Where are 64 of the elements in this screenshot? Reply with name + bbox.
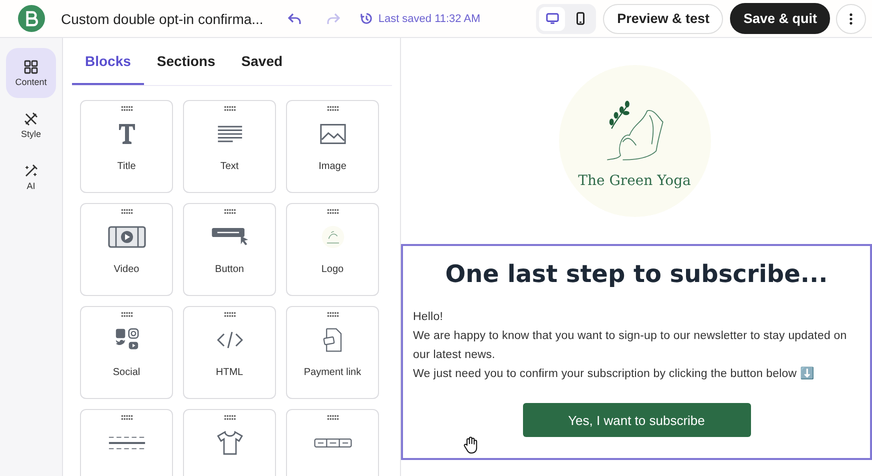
monitor-icon	[546, 12, 559, 25]
drag-handle-icon[interactable]	[224, 415, 236, 420]
logo-thumbnail-icon	[320, 225, 346, 249]
drag-handle-icon[interactable]	[326, 106, 338, 111]
undo-icon[interactable]	[288, 12, 302, 24]
video-film-icon	[108, 226, 146, 248]
email-paragraph: We are happy to know that you want to sign-up to our newsletter to stay updated on our latest news.	[413, 329, 848, 363]
email-paragraph: We just need you to confirm your subscription by clicking the button below ⬇	[413, 366, 816, 382]
logo-wordmark: The Green Yoga	[578, 173, 691, 189]
last-saved-status: Last saved 11:32 AM	[378, 12, 480, 24]
block-label: Title	[117, 161, 136, 172]
magic-wand-icon	[24, 164, 38, 178]
selected-email-section[interactable]	[401, 244, 872, 460]
ai-rail-item[interactable]: AI	[6, 152, 56, 202]
drag-handle-icon[interactable]	[224, 209, 236, 214]
drag-handle-icon[interactable]	[326, 312, 338, 317]
html-block-card[interactable]: HTML	[183, 306, 276, 399]
more-vertical-icon	[849, 12, 853, 24]
subscribe-button[interactable]: Yes, I want to subscribe	[522, 403, 750, 437]
image-block-card[interactable]: Image	[286, 100, 379, 193]
preview-button[interactable]: Preview & test	[603, 4, 724, 34]
payment-block-card[interactable]: Payment link	[286, 306, 379, 399]
panel-tab[interactable]: Blocks	[72, 38, 144, 85]
email-heading: One last step to subscribe...	[444, 260, 829, 288]
block-label: Text	[220, 161, 239, 172]
title-block-card[interactable]: Title	[80, 100, 173, 193]
phone-icon	[574, 12, 587, 25]
email-paragraph: Hello!	[413, 310, 444, 325]
style-rail-item[interactable]: Style	[6, 100, 56, 150]
panel-tab[interactable]: Saved	[228, 38, 296, 85]
block-label: Image	[318, 161, 346, 172]
content-rail-item[interactable]: Content	[6, 48, 56, 98]
video-block-card[interactable]: Video	[80, 203, 173, 296]
block-label: Social	[112, 367, 140, 378]
drag-handle-icon[interactable]	[326, 209, 338, 214]
drag-handle-icon[interactable]	[224, 106, 236, 111]
campaign-title[interactable]: Custom double opt-in confirma...	[61, 10, 264, 26]
t-shirt-icon	[216, 431, 242, 455]
history-icon	[360, 12, 374, 25]
grid-icon	[24, 60, 38, 74]
button-block-card[interactable]: Button	[183, 203, 276, 296]
block-label: HTML	[216, 367, 244, 378]
drag-handle-icon[interactable]	[120, 415, 132, 420]
social-block-card[interactable]: Social	[80, 306, 173, 399]
hand-cursor-icon	[463, 436, 479, 454]
button-cursor-icon	[210, 226, 248, 248]
image-icon	[320, 122, 346, 146]
save-quit-button[interactable]: Save & quit	[730, 3, 830, 34]
block-label: Button	[215, 264, 244, 275]
text-block-card[interactable]: Text	[183, 100, 276, 193]
drag-handle-icon[interactable]	[120, 106, 132, 111]
block-label: Logo	[321, 264, 344, 275]
drag-handle-icon[interactable]	[224, 312, 236, 317]
desktop-view-button[interactable]	[539, 6, 566, 30]
block-label: Video	[114, 264, 140, 275]
social-icons-icon	[114, 328, 140, 352]
navigation-block-card[interactable]	[286, 409, 379, 476]
panel-tab[interactable]: Sections	[144, 38, 228, 85]
brand-logo-icon	[18, 5, 45, 32]
block-label: Payment link	[304, 367, 362, 378]
drag-handle-icon[interactable]	[120, 312, 132, 317]
drag-handle-icon[interactable]	[326, 415, 338, 420]
logo-block-card[interactable]: Logo	[286, 203, 379, 296]
drag-handle-icon[interactable]	[120, 209, 132, 214]
